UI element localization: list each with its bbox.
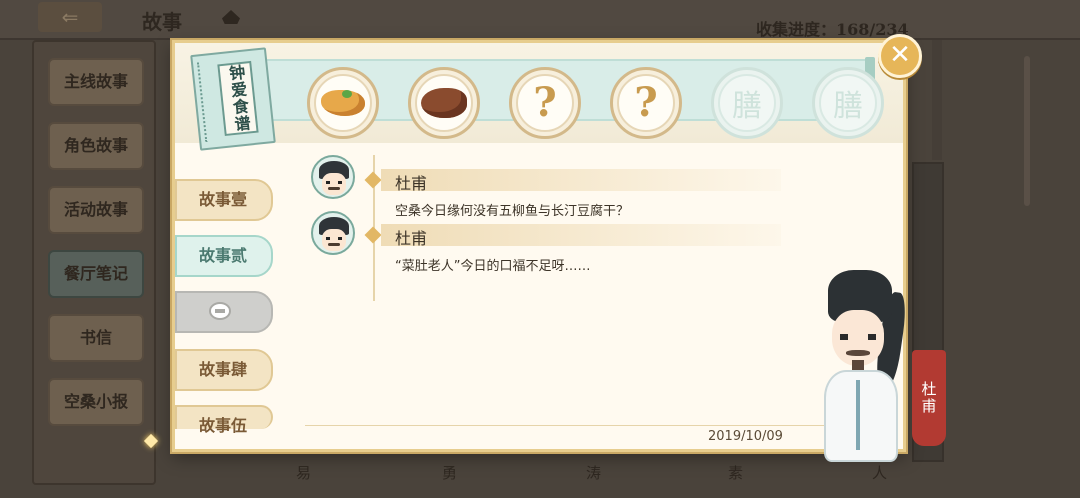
story-category-sidebar: 主线故事 角色故事 活动故事 餐厅笔记 书信 空桑小报 bbox=[32, 40, 156, 485]
close-button[interactable]: ✕ bbox=[878, 34, 922, 78]
page-title: 故事 bbox=[142, 10, 182, 34]
lock-icon bbox=[209, 302, 231, 320]
back-button[interactable]: ⇐ bbox=[38, 2, 102, 32]
avatar bbox=[311, 211, 355, 255]
close-icon: ✕ bbox=[889, 40, 911, 70]
sidebar-item-kongsang-news[interactable]: 空桑小报 bbox=[48, 378, 144, 426]
sidebar-item-letters[interactable]: 书信 bbox=[48, 314, 144, 362]
roast-dish-icon bbox=[415, 74, 473, 132]
bg-card-label: 易 bbox=[296, 464, 312, 482]
character-portrait bbox=[810, 270, 920, 466]
tab-story-3-locked[interactable] bbox=[175, 291, 273, 333]
story-dialog: 钟爱食谱 ? ? 膳 膳 故事壹 故事贰 故事肆 故事伍 杜甫 空桑今日缘何没有… bbox=[172, 40, 906, 452]
question-mark-icon: ? bbox=[533, 79, 557, 126]
speaker-band bbox=[381, 224, 781, 246]
tab-story-2[interactable]: 故事贰 bbox=[175, 235, 273, 277]
favorite-dish-unknown-1[interactable]: ? bbox=[509, 67, 581, 139]
sidebar-item-character-story[interactable]: 角色故事 bbox=[48, 122, 144, 170]
speaker-name: 杜甫 bbox=[395, 229, 428, 248]
bg-card-label: 涛 bbox=[586, 464, 602, 482]
dish-food bbox=[321, 90, 365, 116]
favorite-dish-1[interactable] bbox=[307, 67, 379, 139]
dialogue-line: “菜肚老人”今日的口福不足呀…… bbox=[395, 259, 591, 274]
locked-dish-icon: 膳 bbox=[833, 89, 863, 124]
back-arrow-icon: ⇐ bbox=[61, 5, 79, 29]
dialogue-line: 空桑今日缘何没有五柳鱼与长汀豆腐干？ bbox=[395, 204, 630, 219]
favorite-dish-locked-1: 膳 bbox=[711, 67, 783, 139]
sidebar-item-event-story[interactable]: 活动故事 bbox=[48, 186, 144, 234]
favorite-dish-2[interactable] bbox=[408, 67, 480, 139]
favorite-dish-locked-2: 膳 bbox=[812, 67, 884, 139]
footer-divider bbox=[305, 425, 865, 426]
diamond-icon bbox=[364, 171, 382, 189]
collect-progress: 收集进度：168/234 bbox=[756, 20, 909, 39]
recipe-book-icon: 钟爱食谱 bbox=[190, 47, 276, 151]
sidebar-item-restaurant-notes[interactable]: 餐厅笔记 bbox=[48, 250, 144, 298]
speaker-band bbox=[381, 169, 781, 191]
crown-icon bbox=[222, 10, 240, 24]
locked-dish-icon: 膳 bbox=[732, 89, 762, 124]
avatar bbox=[311, 155, 355, 199]
speaker-name: 杜甫 bbox=[395, 174, 428, 193]
bg-card-label: 素 bbox=[728, 464, 744, 482]
dish-food bbox=[421, 88, 467, 118]
sidebar-item-main-story[interactable]: 主线故事 bbox=[48, 58, 144, 106]
dish-icon bbox=[314, 74, 372, 132]
tab-story-5[interactable]: 故事伍 bbox=[175, 405, 273, 435]
book-spine bbox=[196, 61, 212, 143]
bg-card-label: 勇 bbox=[442, 464, 458, 482]
tab-story-1[interactable]: 故事壹 bbox=[175, 179, 273, 221]
tab-story-4[interactable]: 故事肆 bbox=[175, 349, 273, 391]
question-mark-icon: ? bbox=[634, 79, 658, 126]
favorite-dish-unknown-2[interactable]: ? bbox=[610, 67, 682, 139]
story-date: 2019/10/09 bbox=[708, 429, 783, 444]
scrollbar[interactable] bbox=[1024, 56, 1030, 206]
book-title: 钟爱食谱 bbox=[217, 60, 259, 137]
bg-panel-edge bbox=[932, 40, 942, 160]
character-name-banner: 杜甫 bbox=[912, 350, 946, 446]
diamond-icon bbox=[364, 226, 382, 244]
top-bar: ⇐ 故事 bbox=[0, 0, 1080, 40]
